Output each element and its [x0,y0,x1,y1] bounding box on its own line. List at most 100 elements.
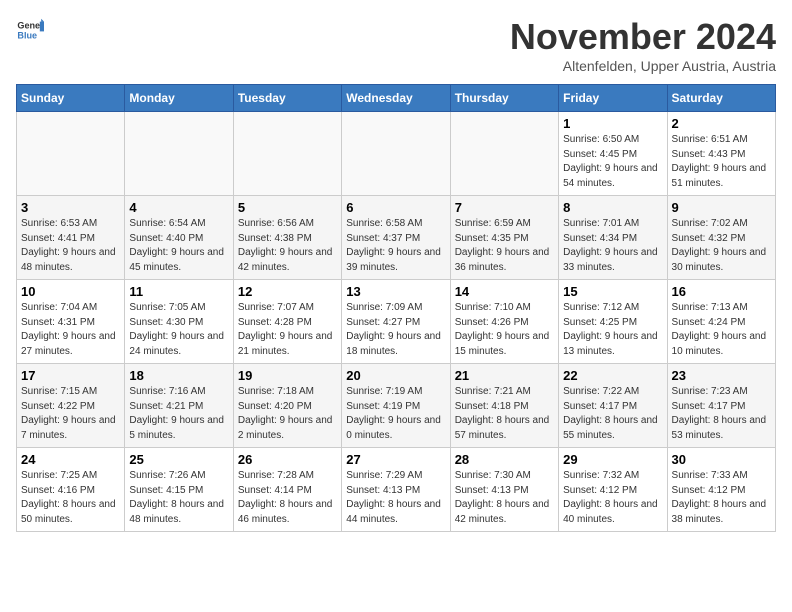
day-number-21: 21 [455,368,554,383]
day-number-29: 29 [563,452,662,467]
calendar-table: Sunday Monday Tuesday Wednesday Thursday… [16,84,776,532]
day-info-24: Sunrise: 7:25 AM Sunset: 4:16 PM Dayligh… [21,469,120,527]
calendar-cell-w1-d3: 6 Sunrise: 6:58 AM Sunset: 4:37 PM Daylig… [342,196,450,280]
day-info-26: Sunrise: 7:28 AM Sunset: 4:14 PM Dayligh… [238,469,337,527]
day-number-4: 4 [129,200,228,215]
calendar-cell-w3-d1: 18 Sunrise: 7:16 AM Sunset: 4:21 PM Dayli… [125,364,233,448]
header-saturday: Saturday [667,85,775,112]
logo: General Blue [16,16,44,44]
day-info-29: Sunrise: 7:32 AM Sunset: 4:12 PM Dayligh… [563,469,662,527]
day-info-10: Sunrise: 7:04 AM Sunset: 4:31 PM Dayligh… [21,301,120,359]
day-number-24: 24 [21,452,120,467]
calendar-cell-w2-d2: 12 Sunrise: 7:07 AM Sunset: 4:28 PM Dayli… [233,280,341,364]
week-row-3: 17Sunrise: 7:15 AM Sunset: 4:22 PM Dayli… [17,364,776,448]
calendar-cell-w4-d3: 27 Sunrise: 7:29 AM Sunset: 4:13 PM Dayli… [342,448,450,532]
day-info-1: Sunrise: 6:50 AM Sunset: 4:45 PM Dayligh… [563,133,662,191]
day-info-12: Sunrise: 7:07 AM Sunset: 4:28 PM Dayligh… [238,301,337,359]
week-row-4: 24 Sunrise: 7:25 AM Sunset: 4:16 PM Dayli… [17,448,776,532]
calendar-cell-w0-d2 [233,112,341,196]
day-number-19: 19 [238,368,337,383]
day-info-6: Sunrise: 6:58 AM Sunset: 4:37 PM Dayligh… [346,217,445,275]
day-number-18: 18 [129,368,228,383]
location-subtitle: Altenfelden, Upper Austria, Austria [510,58,776,74]
calendar-cell-w3-d6: 23 Sunrise: 7:23 AM Sunset: 4:17 PM Dayli… [667,364,775,448]
calendar-cell-w4-d6: 30Sunrise: 7:33 AM Sunset: 4:12 PM Dayli… [667,448,775,532]
day-number-5: 5 [238,200,337,215]
day-info-8: Sunrise: 7:01 AM Sunset: 4:34 PM Dayligh… [563,217,662,275]
calendar-cell-w2-d0: 10 Sunrise: 7:04 AM Sunset: 4:31 PM Dayli… [17,280,125,364]
page-header: General Blue November 2024 Altenfelden, … [16,16,776,74]
week-row-0: 1 Sunrise: 6:50 AM Sunset: 4:45 PM Daylig… [17,112,776,196]
calendar-cell-w0-d0 [17,112,125,196]
week-row-2: 10 Sunrise: 7:04 AM Sunset: 4:31 PM Dayli… [17,280,776,364]
day-info-25: Sunrise: 7:26 AM Sunset: 4:15 PM Dayligh… [129,469,228,527]
calendar-cell-w1-d1: 4 Sunrise: 6:54 AM Sunset: 4:40 PM Daylig… [125,196,233,280]
day-number-28: 28 [455,452,554,467]
day-info-27: Sunrise: 7:29 AM Sunset: 4:13 PM Dayligh… [346,469,445,527]
day-number-3: 3 [21,200,120,215]
day-info-11: Sunrise: 7:05 AM Sunset: 4:30 PM Dayligh… [129,301,228,359]
calendar-cell-w3-d4: 21 Sunrise: 7:21 AM Sunset: 4:18 PM Dayli… [450,364,558,448]
calendar-cell-w1-d4: 7 Sunrise: 6:59 AM Sunset: 4:35 PM Daylig… [450,196,558,280]
calendar-cell-w0-d4 [450,112,558,196]
calendar-cell-w1-d0: 3 Sunrise: 6:53 AM Sunset: 4:41 PM Daylig… [17,196,125,280]
day-info-7: Sunrise: 6:59 AM Sunset: 4:35 PM Dayligh… [455,217,554,275]
title-area: November 2024 Altenfelden, Upper Austria… [510,16,776,74]
day-info-14: Sunrise: 7:10 AM Sunset: 4:26 PM Dayligh… [455,301,554,359]
calendar-cell-w2-d4: 14 Sunrise: 7:10 AM Sunset: 4:26 PM Dayli… [450,280,558,364]
day-info-4: Sunrise: 6:54 AM Sunset: 4:40 PM Dayligh… [129,217,228,275]
day-number-27: 27 [346,452,445,467]
day-number-11: 11 [129,284,228,299]
calendar-cell-w2-d3: 13 Sunrise: 7:09 AM Sunset: 4:27 PM Dayli… [342,280,450,364]
day-info-22: Sunrise: 7:22 AM Sunset: 4:17 PM Dayligh… [563,385,662,443]
calendar-cell-w2-d1: 11 Sunrise: 7:05 AM Sunset: 4:30 PM Dayli… [125,280,233,364]
calendar-cell-w0-d1 [125,112,233,196]
day-info-19: Sunrise: 7:18 AM Sunset: 4:20 PM Dayligh… [238,385,337,443]
calendar-cell-w2-d6: 16Sunrise: 7:13 AM Sunset: 4:24 PM Dayli… [667,280,775,364]
day-number-8: 8 [563,200,662,215]
day-number-2: 2 [672,116,771,131]
day-number-9: 9 [672,200,771,215]
calendar-cell-w0-d6: 2Sunrise: 6:51 AM Sunset: 4:43 PM Daylig… [667,112,775,196]
day-info-5: Sunrise: 6:56 AM Sunset: 4:38 PM Dayligh… [238,217,337,275]
day-info-3: Sunrise: 6:53 AM Sunset: 4:41 PM Dayligh… [21,217,120,275]
day-number-7: 7 [455,200,554,215]
day-number-10: 10 [21,284,120,299]
day-number-1: 1 [563,116,662,131]
day-number-30: 30 [672,452,771,467]
day-number-20: 20 [346,368,445,383]
calendar-cell-w4-d4: 28 Sunrise: 7:30 AM Sunset: 4:13 PM Dayli… [450,448,558,532]
calendar-cell-w4-d2: 26 Sunrise: 7:28 AM Sunset: 4:14 PM Dayli… [233,448,341,532]
day-info-13: Sunrise: 7:09 AM Sunset: 4:27 PM Dayligh… [346,301,445,359]
day-info-28: Sunrise: 7:30 AM Sunset: 4:13 PM Dayligh… [455,469,554,527]
day-info-18: Sunrise: 7:16 AM Sunset: 4:21 PM Dayligh… [129,385,228,443]
week-row-1: 3 Sunrise: 6:53 AM Sunset: 4:41 PM Daylig… [17,196,776,280]
day-info-23: Sunrise: 7:23 AM Sunset: 4:17 PM Dayligh… [672,385,771,443]
day-number-17: 17 [21,368,120,383]
day-number-26: 26 [238,452,337,467]
day-number-14: 14 [455,284,554,299]
calendar-cell-w1-d6: 9 Sunrise: 7:02 AM Sunset: 4:32 PM Daylig… [667,196,775,280]
calendar-cell-w4-d1: 25Sunrise: 7:26 AM Sunset: 4:15 PM Dayli… [125,448,233,532]
calendar-cell-w0-d5: 1 Sunrise: 6:50 AM Sunset: 4:45 PM Daylig… [559,112,667,196]
day-info-21: Sunrise: 7:21 AM Sunset: 4:18 PM Dayligh… [455,385,554,443]
header-friday: Friday [559,85,667,112]
day-number-22: 22 [563,368,662,383]
calendar-cell-w3-d3: 20Sunrise: 7:19 AM Sunset: 4:19 PM Dayli… [342,364,450,448]
day-info-9: Sunrise: 7:02 AM Sunset: 4:32 PM Dayligh… [672,217,771,275]
header-thursday: Thursday [450,85,558,112]
day-number-6: 6 [346,200,445,215]
day-number-16: 16 [672,284,771,299]
day-number-23: 23 [672,368,771,383]
day-number-12: 12 [238,284,337,299]
calendar-cell-w3-d2: 19 Sunrise: 7:18 AM Sunset: 4:20 PM Dayli… [233,364,341,448]
calendar-cell-w3-d5: 22 Sunrise: 7:22 AM Sunset: 4:17 PM Dayli… [559,364,667,448]
calendar-header-row: Sunday Monday Tuesday Wednesday Thursday… [17,85,776,112]
calendar-cell-w1-d2: 5 Sunrise: 6:56 AM Sunset: 4:38 PM Daylig… [233,196,341,280]
day-number-13: 13 [346,284,445,299]
header-sunday: Sunday [17,85,125,112]
calendar-cell-w0-d3 [342,112,450,196]
calendar-cell-w4-d0: 24 Sunrise: 7:25 AM Sunset: 4:16 PM Dayli… [17,448,125,532]
logo-icon: General Blue [16,16,44,44]
day-number-15: 15 [563,284,662,299]
